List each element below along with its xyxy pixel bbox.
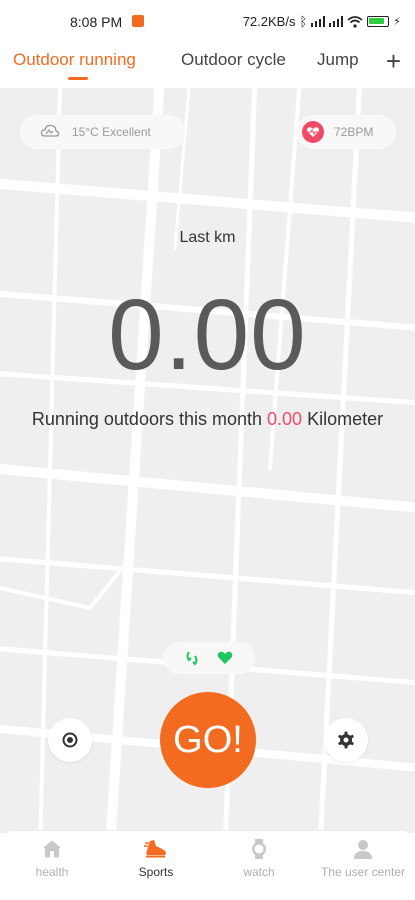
user-icon	[354, 840, 372, 859]
nav-label-health: health	[35, 865, 69, 879]
monthly-distance-unit: Kilometer	[307, 409, 384, 429]
weather-text: 15°C Excellent	[72, 125, 151, 139]
nav-item-health[interactable]: health	[0, 831, 104, 900]
battery-icon	[367, 16, 390, 27]
status-indicators: 72.2KB/s ᛒ ⚡	[243, 14, 401, 29]
running-shoe-icon	[144, 840, 166, 858]
cloud-icon	[40, 123, 60, 142]
gear-icon	[338, 731, 354, 749]
heart-rate-text: 72BPM	[334, 125, 374, 139]
distance-value: 0.00	[108, 279, 307, 391]
nav-label-watch: watch	[243, 865, 275, 879]
nav-label-sports: Sports	[138, 865, 174, 879]
heart-rate-icon	[302, 121, 324, 143]
status-time: 8:08 PM	[70, 14, 123, 30]
go-button[interactable]: GO!	[160, 692, 256, 788]
tab-outdoor-cycle[interactable]: Outdoor cycle	[181, 50, 286, 70]
home-icon	[43, 840, 61, 858]
signal-icon	[311, 16, 326, 27]
tab-jump[interactable]: Jump	[317, 50, 359, 70]
network-speed: 72.2KB/s	[242, 14, 296, 29]
sport-tabs: Outdoor running Outdoor cycle Jump +	[0, 40, 415, 90]
watch-icon	[252, 839, 266, 859]
active-tab-indicator	[68, 77, 88, 80]
notification-icon	[132, 15, 144, 27]
tab-outdoor-running[interactable]: Outdoor running	[13, 50, 136, 70]
wifi-icon	[347, 15, 363, 28]
nav-label-user-center: The user center	[320, 865, 406, 879]
status-bar: 8:08 PM 72.2KB/s ᛒ ⚡	[0, 0, 415, 40]
last-km-label: Last km	[179, 229, 236, 246]
monthly-distance-value: 0.00	[267, 409, 303, 429]
heart-icon	[217, 651, 233, 664]
monthly-summary: Running outdoors this month 0.00 Kilomet…	[0, 409, 415, 430]
nav-item-user-center[interactable]: The user center	[311, 831, 415, 900]
weather-badge: 15°C Excellent	[20, 115, 185, 149]
bluetooth-icon: ᛒ	[299, 14, 308, 29]
settings-button[interactable]	[324, 718, 368, 762]
sync-icon	[186, 651, 198, 666]
add-sport-button[interactable]: +	[386, 46, 401, 77]
monthly-summary-prefix: Running outdoors this month	[31, 409, 263, 429]
signal-icon-2	[329, 16, 344, 27]
nav-item-watch[interactable]: watch	[207, 831, 311, 900]
locate-icon	[62, 732, 78, 748]
locate-button[interactable]	[48, 718, 92, 762]
device-status-indicator	[163, 642, 255, 674]
charging-icon: ⚡	[393, 16, 401, 28]
nav-item-sports[interactable]: Sports	[104, 831, 208, 900]
bottom-navigation: health Sports watch The user center	[0, 830, 415, 900]
heart-rate-badge: 72BPM	[296, 115, 396, 149]
